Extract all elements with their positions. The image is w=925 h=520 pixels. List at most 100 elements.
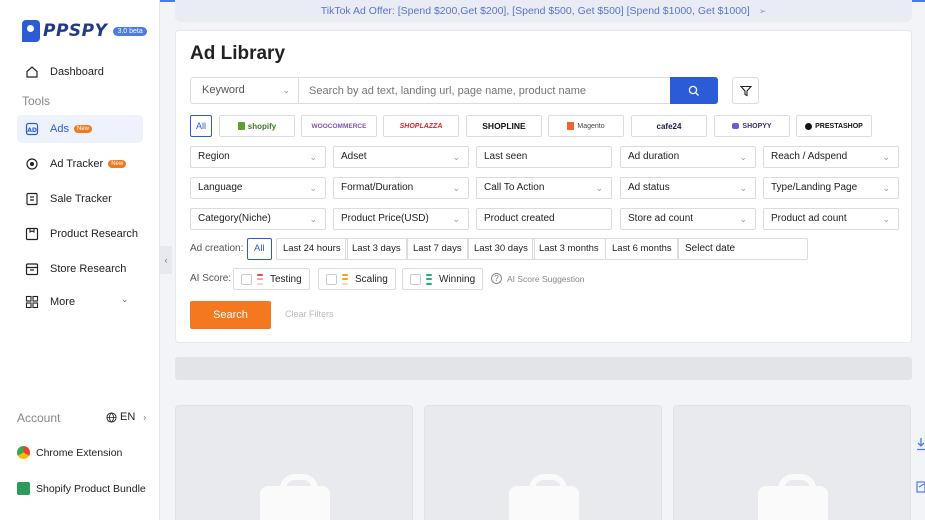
platform-prestashop[interactable]: PRESTASHOP bbox=[796, 115, 872, 137]
extension-label: Chrome Extension bbox=[36, 446, 123, 459]
filter-label: Type/Landing Page bbox=[771, 182, 858, 193]
ad-creation-3d[interactable]: Last 3 days bbox=[345, 238, 408, 260]
sidebar-item-label: Product Research bbox=[50, 228, 139, 240]
chevron-down-icon: ⌄ bbox=[282, 85, 290, 95]
filter-category-niche[interactable]: Category(Niche) ⌄ bbox=[190, 208, 326, 230]
ai-score-testing[interactable]: Testing bbox=[233, 268, 310, 290]
ai-score-winning[interactable]: Winning bbox=[402, 268, 484, 290]
checkbox[interactable] bbox=[326, 273, 337, 285]
platform-cafe24[interactable]: cafe24 bbox=[631, 115, 707, 137]
promo-banner[interactable]: TikTok Ad Offer: [Spend $200,Get $200], … bbox=[175, 0, 912, 22]
checkbox[interactable] bbox=[241, 273, 252, 285]
sidebar-item-more[interactable]: More ⌄ bbox=[17, 288, 143, 316]
ai-score-scaling[interactable]: Scaling bbox=[318, 268, 396, 290]
filter-type-landing-page[interactable]: Type/Landing Page ⌄ bbox=[763, 177, 899, 199]
ad-creation-30d[interactable]: Last 30 days bbox=[467, 238, 535, 260]
filter-label: Product created bbox=[484, 213, 555, 224]
filter-format-duration[interactable]: Format/Duration ⌄ bbox=[333, 177, 469, 199]
sidebar-collapse-handle[interactable]: ‹ bbox=[160, 246, 172, 274]
ad-creation-7d[interactable]: Last 7 days bbox=[406, 238, 469, 260]
platform-label: cafe24 bbox=[656, 121, 682, 131]
ad-creation-all[interactable]: All bbox=[247, 238, 272, 260]
promo-banner-text: TikTok Ad Offer: [Spend $200,Get $200], … bbox=[320, 5, 750, 17]
prestashop-logo-icon bbox=[805, 122, 813, 130]
signal-low-icon bbox=[257, 273, 263, 285]
filter-adset[interactable]: Adset ⌄ bbox=[333, 146, 469, 168]
shopify-product-bundle-link[interactable]: Shopify Product Bundle bbox=[17, 482, 146, 495]
search-scope-value: Keyword bbox=[202, 84, 245, 96]
platform-shopline[interactable]: SHOPLINE bbox=[466, 115, 542, 137]
chevron-down-icon: ⌄ bbox=[309, 152, 317, 162]
sidebar-item-dashboard[interactable]: Dashboard bbox=[17, 58, 143, 86]
filter-label: Ad status bbox=[628, 182, 670, 193]
sidebar-item-sale-tracker[interactable]: Sale Tracker bbox=[17, 185, 143, 213]
date-picker-field[interactable]: Select date bbox=[677, 238, 808, 260]
filter-reach-adspend[interactable]: Reach / Adspend ⌄ bbox=[763, 146, 899, 168]
platform-shopify[interactable]: shopify bbox=[219, 115, 295, 137]
chevron-down-icon: ⌄ bbox=[309, 183, 317, 193]
globe-icon bbox=[106, 411, 117, 423]
filter-ad-status[interactable]: Ad status ⌄ bbox=[620, 177, 756, 199]
checkbox[interactable] bbox=[410, 273, 421, 285]
ad-card-placeholder[interactable] bbox=[673, 405, 911, 520]
platform-label: SHOPLAZZA bbox=[399, 122, 443, 130]
platform-magento[interactable]: Magento bbox=[548, 115, 624, 137]
ai-score-suggestion-link[interactable]: ? AI Score Suggestion bbox=[491, 273, 585, 284]
ad-card-placeholder[interactable] bbox=[175, 405, 413, 520]
ad-creation-24h[interactable]: Last 24 hours bbox=[276, 238, 348, 260]
search-input[interactable] bbox=[298, 77, 671, 104]
filter-call-to-action[interactable]: Call To Action ⌄ bbox=[476, 177, 612, 199]
filter-icon bbox=[739, 85, 752, 96]
platform-shoplazza[interactable]: SHOPLAZZA bbox=[383, 115, 459, 137]
chevron-down-icon: ⌄ bbox=[882, 152, 890, 162]
share-icon[interactable] bbox=[916, 480, 925, 494]
filter-product-created[interactable]: Product created bbox=[476, 208, 612, 230]
filter-label: Category(Niche) bbox=[198, 213, 271, 224]
sidebar-item-ads[interactable]: AD Ads New bbox=[17, 115, 143, 143]
ai-score-option-label: Testing bbox=[270, 273, 302, 285]
language-selector[interactable]: EN › bbox=[106, 411, 146, 423]
shopping-bag-icon bbox=[260, 474, 330, 520]
filter-last-seen[interactable]: Last seen bbox=[476, 146, 612, 168]
platform-label: WOOCOMMERCE bbox=[311, 122, 367, 130]
target-icon bbox=[25, 157, 39, 171]
filter-store-ad-count[interactable]: Store ad count ⌄ bbox=[620, 208, 756, 230]
filter-ad-duration[interactable]: Ad duration ⌄ bbox=[620, 146, 756, 168]
ad-creation-3m[interactable]: Last 3 months bbox=[532, 238, 606, 260]
platform-label: shopify bbox=[247, 121, 277, 131]
advanced-filter-button[interactable] bbox=[732, 77, 759, 104]
platform-woocommerce[interactable]: WOOCOMMERCE bbox=[301, 115, 377, 137]
filter-label: Store ad count bbox=[628, 213, 694, 224]
platform-shopyy[interactable]: SHOPYY bbox=[714, 115, 790, 137]
filter-product-price[interactable]: Product Price(USD) ⌄ bbox=[333, 208, 469, 230]
filter-product-ad-count[interactable]: Product ad count ⌄ bbox=[763, 208, 899, 230]
tools-section-label: Tools bbox=[22, 94, 51, 108]
sidebar-item-store-research[interactable]: Store Research bbox=[17, 255, 143, 283]
shopify-logo-icon bbox=[237, 122, 245, 130]
clear-filters-button[interactable]: Clear Filters bbox=[285, 309, 334, 319]
sidebar-item-product-research[interactable]: Product Research bbox=[17, 220, 143, 248]
search-submit-button[interactable] bbox=[670, 77, 718, 104]
ai-score-option-label: Scaling bbox=[355, 273, 388, 285]
chevron-down-icon: ⌄ bbox=[739, 183, 747, 193]
shopyy-logo-icon bbox=[732, 123, 740, 129]
search-button[interactable]: Search bbox=[190, 301, 271, 329]
download-icon[interactable] bbox=[916, 437, 925, 451]
version-badge: 3.0 beta bbox=[113, 26, 147, 36]
sidebar-item-ad-tracker[interactable]: Ad Tracker New bbox=[17, 150, 143, 178]
chevron-down-icon: ⌄ bbox=[882, 214, 890, 224]
chevron-left-icon: ‹ bbox=[164, 255, 168, 265]
language-label: EN bbox=[120, 411, 136, 423]
search-scope-select[interactable]: Keyword ⌄ bbox=[190, 77, 298, 104]
chrome-extension-link[interactable]: Chrome Extension bbox=[17, 446, 122, 459]
filter-region[interactable]: Region ⌄ bbox=[190, 146, 326, 168]
platform-all[interactable]: All bbox=[190, 115, 212, 137]
product-icon bbox=[25, 227, 39, 241]
filter-language[interactable]: Language ⌄ bbox=[190, 177, 326, 199]
chevron-down-icon: ⌄ bbox=[309, 214, 317, 224]
extension-label: Shopify Product Bundle bbox=[36, 482, 146, 495]
chevron-down-icon: ⌄ bbox=[595, 183, 603, 193]
ad-card-placeholder[interactable] bbox=[424, 405, 662, 520]
ad-creation-6m[interactable]: Last 6 months bbox=[605, 238, 679, 260]
ppspy-logo[interactable]: PPSPY 3.0 beta bbox=[22, 20, 147, 42]
